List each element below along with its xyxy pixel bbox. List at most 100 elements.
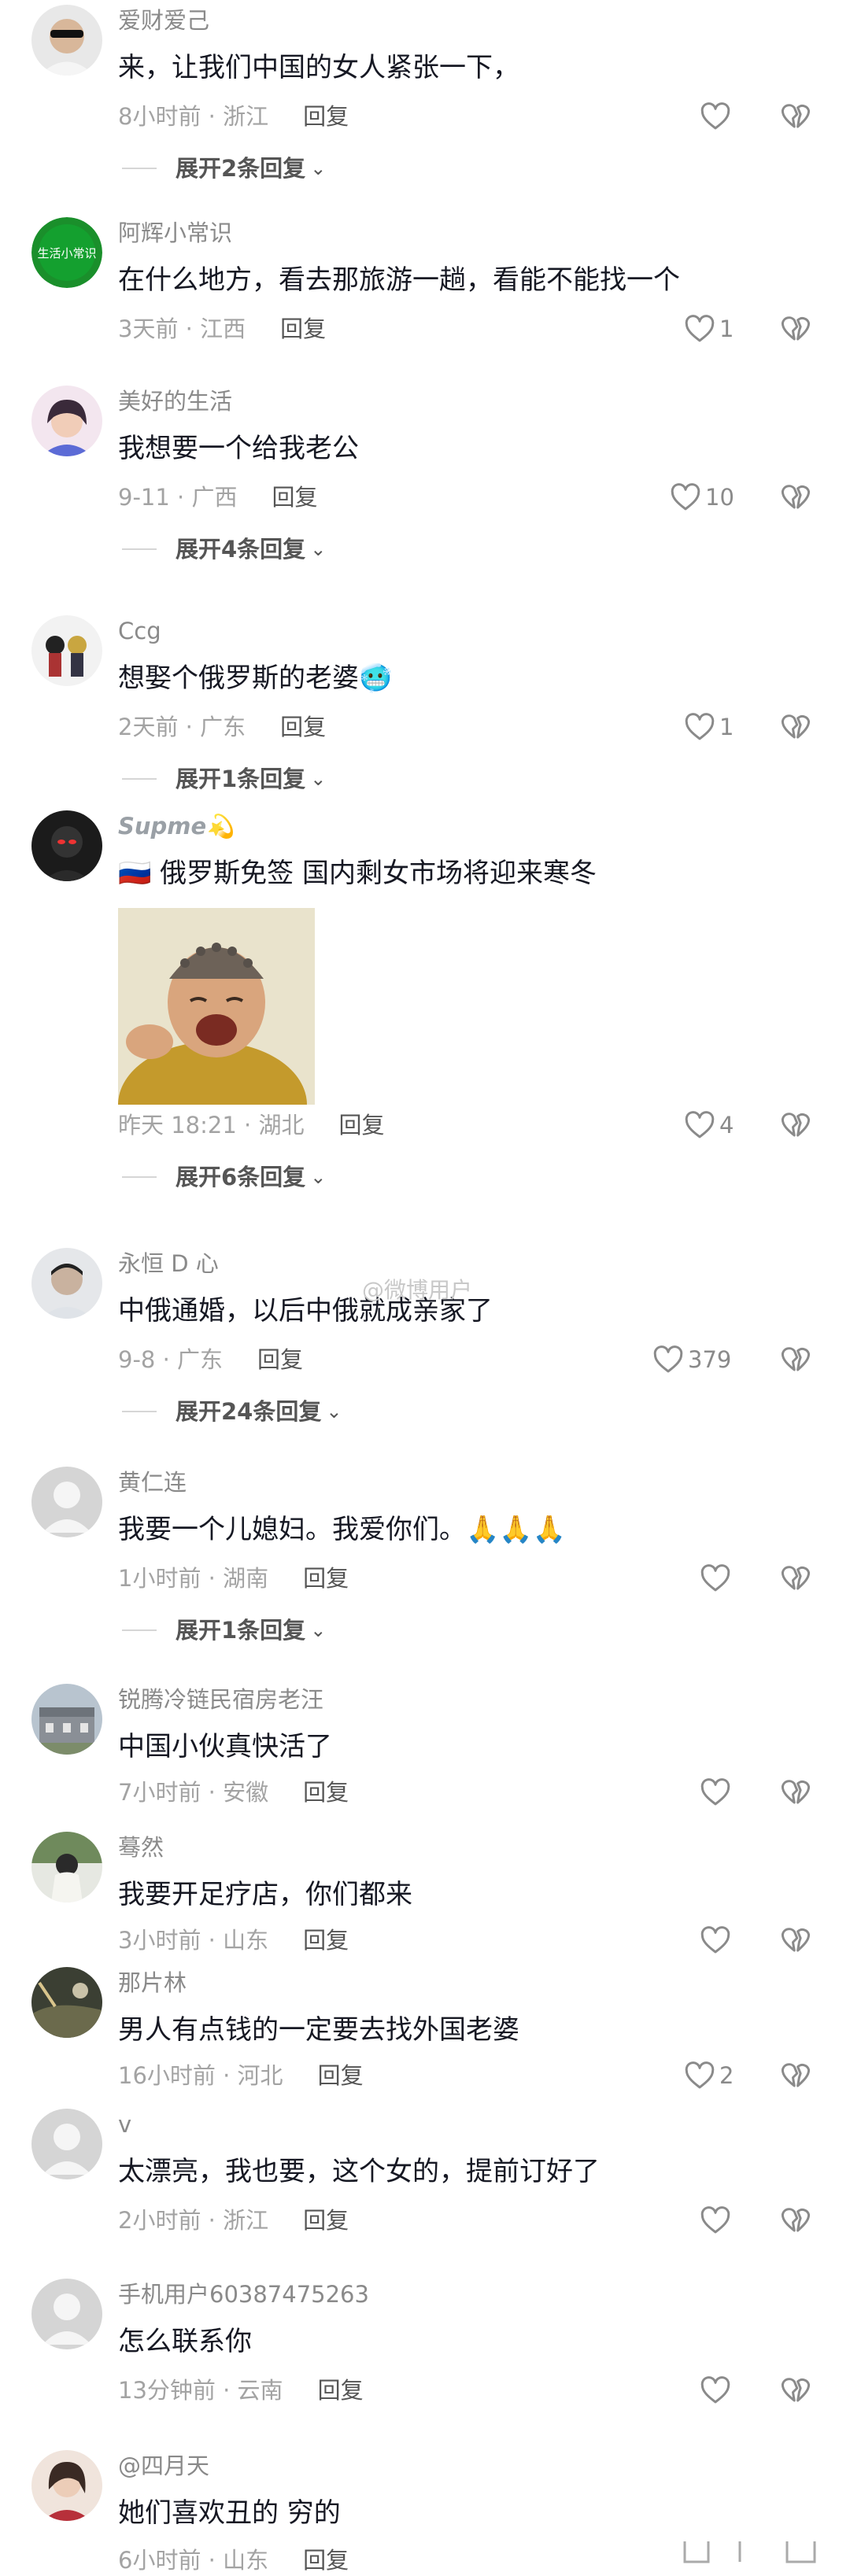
username[interactable]: Ccg — [118, 615, 161, 647]
reply-button[interactable]: 回复 — [280, 316, 326, 342]
username[interactable]: 阿辉小常识 — [118, 217, 232, 249]
like-button[interactable] — [699, 2203, 732, 2238]
reply-button[interactable]: 回复 — [303, 1565, 349, 1592]
dislike-button[interactable] — [779, 1342, 812, 1375]
reply-button[interactable]: 回复 — [272, 484, 317, 511]
broken-heart-icon — [779, 312, 812, 345]
like-button[interactable]: 1 — [683, 710, 734, 744]
reply-button[interactable]: 回复 — [303, 2207, 349, 2234]
reply-button[interactable]: 回复 — [303, 1779, 349, 1806]
reply-button[interactable]: 回复 — [338, 1112, 384, 1139]
avatar[interactable] — [31, 1967, 102, 2038]
time-location: 13分钟前 · 云南 — [118, 2377, 283, 2404]
comment-meta: 7小时前 · 安徽 回复 — [118, 1777, 349, 1808]
like-button[interactable] — [699, 1923, 732, 1958]
heart-icon — [699, 2374, 732, 2407]
divider — [122, 778, 157, 780]
reply-button[interactable]: 回复 — [303, 1927, 349, 1954]
expand-replies[interactable]: 展开4条回复 ⌄ — [122, 533, 326, 565]
comment-text: 想娶个俄罗斯的老婆🥶 — [118, 659, 392, 697]
username[interactable]: 蓦然 — [118, 1832, 164, 1863]
like-button[interactable]: 379 — [652, 1342, 731, 1377]
username[interactable]: 黄仁连 — [118, 1467, 187, 1498]
username[interactable]: @四月天 — [118, 2450, 209, 2482]
like-button[interactable]: 4 — [683, 1108, 734, 1142]
avatar[interactable] — [31, 1684, 102, 1755]
expand-label: 展开24条回复 — [176, 1398, 322, 1425]
chevron-down-icon: ⌄ — [310, 1619, 327, 1641]
username[interactable]: 美好的生活 — [118, 386, 232, 417]
chevron-down-icon: ⌄ — [310, 1166, 327, 1188]
like-count: 379 — [688, 1346, 732, 1373]
username[interactable]: 锐腾冷链民宿房老汪 — [118, 1684, 323, 1715]
username[interactable]: 永恒 D 心 — [118, 1248, 219, 1279]
dislike-button[interactable] — [779, 1775, 812, 1808]
expand-replies[interactable]: 展开1条回复 ⌄ — [122, 1615, 326, 1646]
dislike-button[interactable] — [779, 99, 812, 132]
like-button[interactable] — [699, 1775, 732, 1810]
like-button[interactable]: 10 — [669, 480, 734, 515]
like-button[interactable] — [699, 99, 732, 134]
avatar[interactable] — [31, 1248, 102, 1319]
reply-button[interactable]: 回复 — [318, 2062, 364, 2089]
heart-icon — [669, 481, 702, 514]
heart-icon — [652, 1343, 685, 1376]
expand-replies[interactable]: 展开1条回复 ⌄ — [122, 763, 326, 795]
expand-replies[interactable]: 展开24条回复 ⌄ — [122, 1396, 342, 1427]
avatar[interactable] — [31, 2450, 102, 2521]
avatar[interactable] — [31, 810, 102, 881]
username[interactable]: v — [118, 2109, 131, 2140]
like-button[interactable]: 1 — [683, 312, 734, 346]
avatar[interactable] — [31, 615, 102, 686]
sticker-image[interactable] — [118, 908, 315, 1105]
dislike-button[interactable] — [779, 2203, 812, 2236]
expand-replies[interactable]: 展开2条回复 ⌄ — [122, 153, 326, 184]
avatar[interactable] — [31, 1832, 102, 1902]
reply-button[interactable]: 回复 — [318, 2377, 364, 2404]
like-button[interactable] — [699, 1561, 732, 1596]
avatar[interactable] — [31, 1467, 102, 1537]
time-location: 8小时前 · 浙江 — [118, 103, 269, 130]
comment-text: 来，让我们中国的女人紧张一下， — [118, 52, 519, 83]
reply-button[interactable]: 回复 — [280, 714, 326, 740]
reply-button[interactable]: 回复 — [257, 1346, 303, 1373]
like-button[interactable]: 2 — [683, 2058, 734, 2093]
dislike-button[interactable] — [779, 2373, 812, 2406]
dislike-button[interactable] — [779, 710, 812, 743]
dislike-button[interactable] — [779, 1561, 812, 1594]
username[interactable]: Supme💫 — [118, 810, 235, 842]
avatar[interactable]: 生活小常识 — [31, 217, 102, 288]
username[interactable]: 那片林 — [118, 1967, 187, 1998]
dislike-button[interactable] — [779, 312, 812, 345]
avatar[interactable] — [31, 5, 102, 76]
dislike-button[interactable] — [779, 1108, 812, 1141]
broken-heart-icon — [779, 1342, 812, 1375]
reply-button[interactable]: 回复 — [303, 2547, 349, 2574]
comment-text: 在什么地方，看去那旅游一趟，看能不能找一个 — [118, 264, 680, 296]
expand-label: 展开6条回复 — [176, 1164, 306, 1190]
divider — [122, 548, 157, 550]
dislike-button[interactable] — [779, 1923, 812, 1956]
avatar[interactable] — [31, 386, 102, 456]
comment-text: 中国小伙真快活了 — [118, 1731, 332, 1762]
time-location: 9-8 · 广东 — [118, 1346, 224, 1373]
comment-text: 我想要一个给我老公 — [118, 433, 359, 464]
dislike-button[interactable] — [779, 480, 812, 513]
comment-meta: 16小时前 · 河北 回复 — [118, 2060, 364, 2091]
bottom-toolbar-partial — [677, 2535, 826, 2575]
like-count: 1 — [719, 714, 734, 740]
expand-replies[interactable]: 展开6条回复 ⌄ — [122, 1161, 326, 1193]
like-button[interactable] — [699, 2373, 732, 2408]
username[interactable]: 手机用户60387475263 — [118, 2279, 369, 2310]
comment-text: 我要开足疗店，你们都来 — [118, 1879, 412, 1910]
username[interactable]: 爱财爱己 — [118, 5, 209, 36]
reply-button[interactable]: 回复 — [303, 103, 349, 130]
expand-label: 展开1条回复 — [176, 1617, 306, 1644]
dislike-button[interactable] — [779, 2058, 812, 2091]
time-location: 1小时前 · 湖南 — [118, 1565, 269, 1592]
comment-text: 太漂亮，我也要，这个女的，提前订好了 — [118, 2156, 600, 2187]
avatar[interactable] — [31, 2109, 102, 2179]
avatar[interactable] — [31, 2279, 102, 2349]
like-count: 4 — [719, 1112, 734, 1139]
comment-text: 怎么联系你 — [118, 2326, 252, 2357]
